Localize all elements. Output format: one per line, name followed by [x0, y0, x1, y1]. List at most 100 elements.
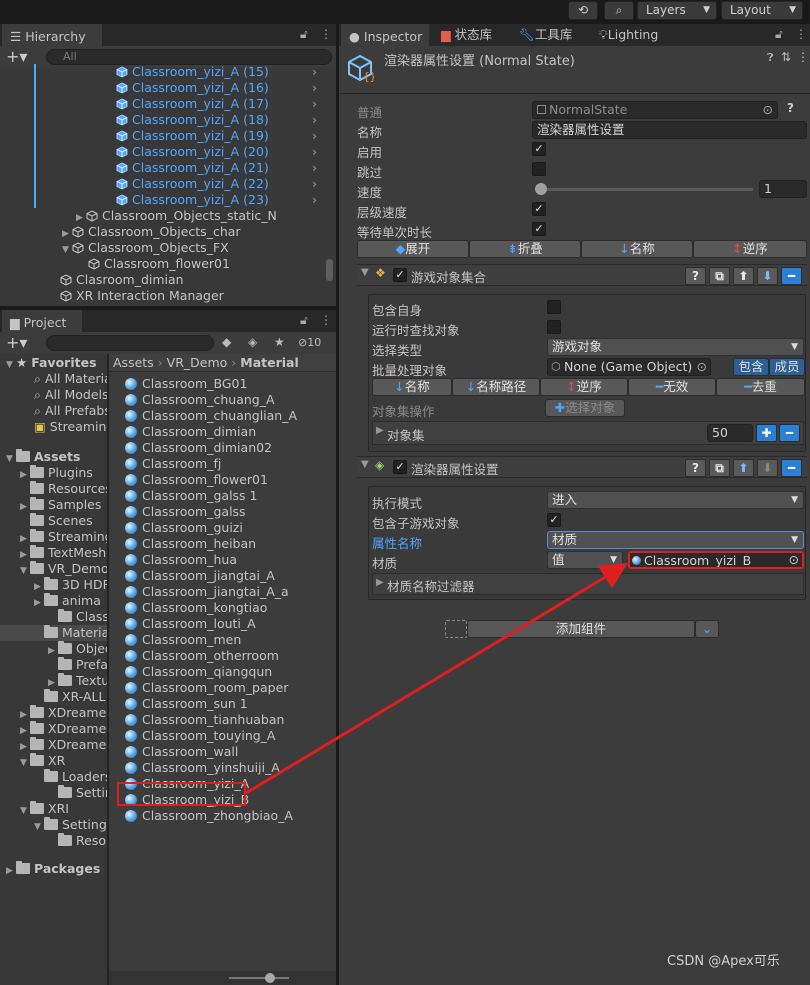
material-item[interactable]: Classroom_men — [125, 632, 241, 648]
material-item[interactable]: Classroom_room_paper — [125, 680, 288, 696]
help-button[interactable]: ? — [685, 459, 706, 477]
fold-arrow-icon[interactable]: ▼ — [20, 803, 30, 819]
include-button[interactable]: 包含 — [733, 358, 769, 376]
star-icon[interactable]: ★ — [274, 335, 285, 349]
material-item[interactable]: Classroom_dimian02 — [125, 440, 272, 456]
material-item[interactable]: Classroom_flower01 — [125, 472, 268, 488]
project-tree-item[interactable]: XR-ALL — [34, 689, 105, 705]
project-tree-item[interactable]: ▼ Assets — [6, 449, 80, 465]
invalid-button[interactable]: ━无效 — [628, 378, 716, 396]
material-item[interactable]: Classroom_touying_A — [125, 728, 275, 744]
fold-arrow-icon[interactable]: ▼ — [20, 563, 30, 579]
dedupe-button[interactable]: ━去重 — [716, 378, 805, 396]
project-tree-item[interactable]: ▼ ★ Favorites — [6, 355, 97, 371]
batch-object-field[interactable]: ⬡ None (Game Object) ⊙ — [547, 358, 711, 376]
material-item[interactable]: Classroom_heiban — [125, 536, 256, 552]
tab-lighting[interactable]: 💡︎Lighting — [591, 24, 671, 46]
object-set-foldout[interactable]: ▶ 对象集 50 ✚ ━ — [372, 421, 804, 445]
project-tree-item[interactable]: ▶XDreamer- — [20, 721, 107, 737]
project-tree-item[interactable]: Prefabs — [48, 657, 107, 673]
project-tree-item[interactable]: ▶ Samples — [20, 497, 101, 513]
reverse-button[interactable]: ↕逆序 — [693, 240, 807, 258]
kebab-menu-icon[interactable]: ⋮ — [797, 50, 809, 64]
fold-arrow-icon[interactable]: ▼ — [34, 819, 44, 835]
add-component-button[interactable]: 添加组件 — [467, 620, 695, 638]
select-objects-button[interactable]: ✚选择对象 — [545, 399, 625, 417]
material-item[interactable]: Classroom_yizi_A — [125, 776, 249, 792]
material-mode-dropdown[interactable]: 值 ▼ — [547, 551, 623, 569]
project-tree-item[interactable]: ▶Objects — [48, 641, 107, 657]
material-item[interactable]: Classroom_galss 1 — [125, 488, 258, 504]
move-up-icon[interactable]: ⬆ — [733, 459, 754, 477]
material-item[interactable]: Classroom_BG01 — [125, 376, 247, 392]
project-tree-item[interactable]: Classro — [48, 609, 107, 625]
settings-icon[interactable]: ⇅ — [781, 50, 791, 64]
collapse-button[interactable]: ⇟折叠 — [469, 240, 581, 258]
copy-icon[interactable]: ⧉ — [709, 267, 730, 285]
project-tree-item[interactable]: ▶Texture — [48, 673, 107, 689]
tab-hierarchy[interactable]: ☰ Hierarchy — [2, 24, 102, 46]
material-item[interactable]: Classroom_fj — [125, 456, 221, 472]
material-item[interactable]: Classroom_kongtiao — [125, 600, 267, 616]
fold-arrow-icon[interactable]: ▼ — [20, 755, 30, 771]
lock-icon[interactable]: 🔓︎ — [300, 27, 308, 42]
member-button[interactable]: 成员 — [769, 358, 805, 376]
object-set-count[interactable]: 50 — [707, 424, 753, 442]
tab-project[interactable]: ▆ Project — [2, 310, 82, 332]
hierarchy-scrollbar[interactable] — [326, 259, 333, 281]
lock-icon[interactable]: 🔓︎ — [300, 313, 308, 328]
project-tree-item[interactable]: ▼ XR — [20, 753, 65, 769]
help-button[interactable]: ? — [685, 267, 706, 285]
filter-type-icon[interactable]: ◆ — [222, 335, 231, 349]
project-tree-item[interactable]: Resources — [20, 481, 107, 497]
hierarchy-item[interactable]: Classroom_yizi_A (20) — [116, 144, 269, 160]
project-tree-item[interactable]: ▣ Streaming... — [34, 419, 107, 435]
hierarchy-item[interactable]: ▶ Classroom_Objects_static_N — [76, 208, 277, 224]
lock-icon[interactable]: 🔓︎ — [775, 27, 783, 42]
add-button[interactable]: +▾ — [6, 333, 27, 352]
level-speed-checkbox[interactable]: ✓ — [532, 202, 546, 216]
material-item[interactable]: Classroom_qiangqun — [125, 664, 272, 680]
renderer-enable-checkbox[interactable]: ✓ — [393, 460, 407, 474]
hierarchy-item[interactable]: Classroom_yizi_A (17) — [116, 96, 269, 112]
material-item[interactable]: Classroom_dimian — [125, 424, 256, 440]
zoom-slider[interactable] — [229, 977, 289, 979]
expand-prefab-icon[interactable]: › — [312, 80, 317, 96]
add-button[interactable]: +▾ — [6, 47, 27, 66]
project-tree-item[interactable]: Loaders — [34, 769, 107, 785]
move-down-icon[interactable]: ⬇ — [757, 459, 778, 477]
skip-checkbox[interactable] — [532, 162, 546, 176]
kebab-menu-icon[interactable]: ⋮ — [795, 27, 807, 41]
breadcrumb-material[interactable]: Material — [240, 355, 299, 370]
hidden-count[interactable]: ⊘10 — [298, 336, 321, 349]
speed-input[interactable]: 1 — [759, 180, 807, 198]
history-button[interactable]: ⟲ — [568, 1, 598, 20]
breadcrumb-vrdemo[interactable]: VR_Demo — [167, 355, 228, 370]
material-item[interactable]: Classroom_louti_A — [125, 616, 256, 632]
material-item[interactable]: Classroom_chuang_A — [125, 392, 275, 408]
project-tree-item[interactable]: ▼ Settings — [34, 817, 107, 833]
reverse-button[interactable]: ↕逆序 — [540, 378, 628, 396]
help-icon[interactable]: ? — [787, 101, 794, 115]
hierarchy-item[interactable]: Classroom_yizi_A (23) — [116, 192, 269, 208]
expand-prefab-icon[interactable]: › — [312, 160, 317, 176]
project-tree-item[interactable]: ▶ Packages — [6, 861, 100, 877]
hierarchy-item[interactable]: Classroom_yizi_A (15) — [116, 64, 269, 80]
hierarchy-item[interactable]: ▼ Classroom_Objects_FX — [62, 240, 229, 256]
layout-dropdown[interactable]: Layout ▼ — [721, 1, 803, 20]
speed-slider-track[interactable] — [537, 188, 753, 191]
fold-arrow-icon[interactable]: ▶ — [34, 595, 44, 611]
hierarchy-item[interactable]: Classroom_yizi_A (21) — [116, 160, 269, 176]
material-filter-foldout[interactable]: ▶ 材质名称过滤器 — [372, 573, 804, 595]
expand-prefab-icon[interactable]: › — [312, 144, 317, 160]
material-item[interactable]: Classroom_yizi_B — [125, 792, 249, 808]
project-tree-item[interactable]: ▶ anima — [34, 593, 101, 609]
material-item[interactable]: Classroom_hua — [125, 552, 237, 568]
material-item[interactable]: Classroom_chuanglian_A — [125, 408, 297, 424]
runtime-find-checkbox[interactable] — [547, 320, 561, 334]
material-item[interactable]: Classroom_guizi — [125, 520, 243, 536]
search-button[interactable]: ⌕ — [604, 1, 634, 20]
tab-state-library[interactable]: ▆ 状态库 — [433, 24, 507, 46]
zoom-slider-handle[interactable] — [265, 973, 275, 983]
fold-arrow-icon[interactable]: ▼ — [361, 459, 369, 470]
